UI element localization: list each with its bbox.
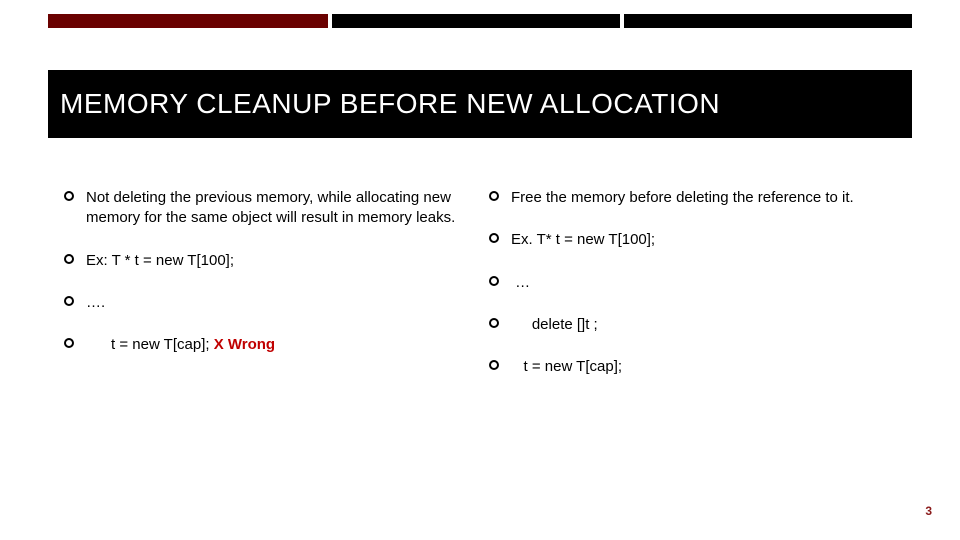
bullet-item: … xyxy=(485,273,894,293)
bullet-item: Ex. T* t = new T[100]; xyxy=(485,230,894,250)
bullet-item: Ex: T * t = new T[100]; xyxy=(60,251,469,271)
bullet-item: Not deleting the previous memory, while … xyxy=(60,188,469,229)
wrong-label: X Wrong xyxy=(214,336,275,353)
slide-number: 3 xyxy=(925,504,932,518)
bullet-item: t = new T[cap]; X Wrong xyxy=(60,335,469,355)
bullet-item: Free the memory before deleting the refe… xyxy=(485,188,894,208)
top-bar-segment xyxy=(624,14,912,28)
right-column: Free the memory before deleting the refe… xyxy=(485,188,910,399)
left-bullet-list: Not deleting the previous memory, while … xyxy=(60,188,469,355)
bullet-item: …. xyxy=(60,293,469,313)
code-text: t = new T[cap]; xyxy=(86,336,214,353)
accent-bar xyxy=(48,14,328,28)
bullet-item: delete []t ; xyxy=(485,315,894,335)
content-area: Not deleting the previous memory, while … xyxy=(60,188,910,399)
top-bar-segment xyxy=(332,14,620,28)
left-column: Not deleting the previous memory, while … xyxy=(60,188,485,399)
right-bullet-list: Free the memory before deleting the refe… xyxy=(485,188,894,377)
bullet-item: t = new T[cap]; xyxy=(485,357,894,377)
slide-title: MEMORY CLEANUP BEFORE NEW ALLOCATION xyxy=(48,88,720,120)
title-band: MEMORY CLEANUP BEFORE NEW ALLOCATION xyxy=(48,70,912,138)
